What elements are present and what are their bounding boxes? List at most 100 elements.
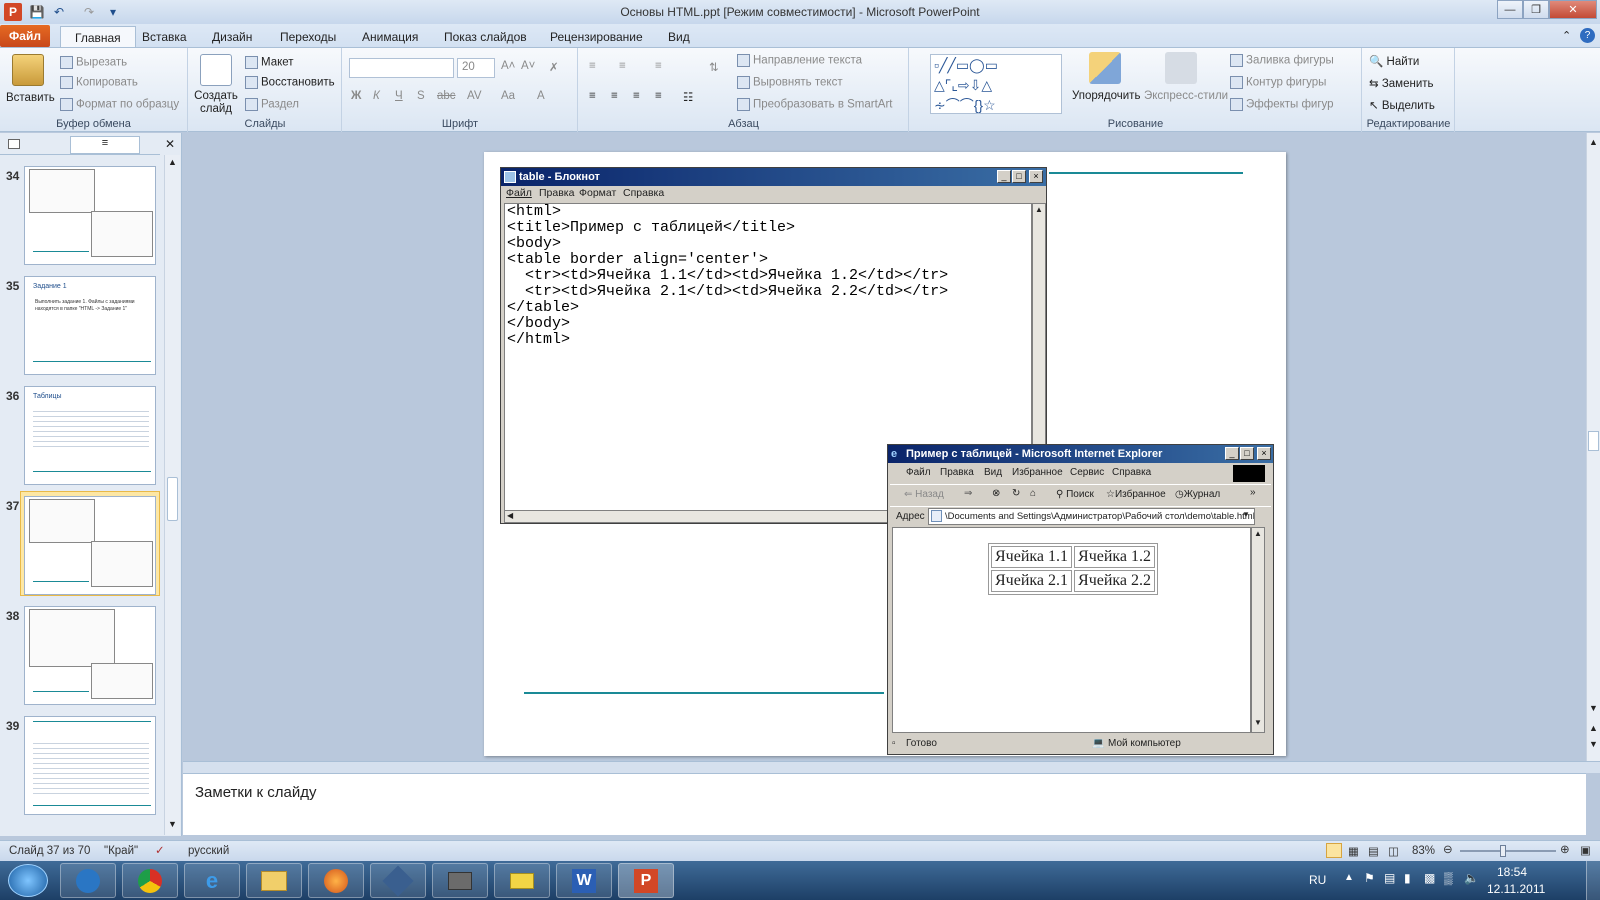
- tab-home[interactable]: Главная: [60, 26, 136, 48]
- media-player-icon[interactable]: [60, 863, 116, 898]
- ie-menu-file[interactable]: Файл: [906, 467, 931, 478]
- new-slide-button[interactable]: Создать слайд: [193, 52, 239, 116]
- outline-tab-icon[interactable]: ≡: [70, 136, 140, 154]
- ie-window[interactable]: Пример с таблицей - Microsoft Internet E…: [887, 444, 1274, 755]
- scroll-up-icon[interactable]: ▲: [1035, 205, 1043, 214]
- slide-thumbnail-35[interactable]: Задание 1 Выполнить задание 1. Файлы с з…: [24, 276, 156, 375]
- smartart-button[interactable]: Преобразовать в SmartArt: [737, 98, 893, 111]
- tab-slideshow[interactable]: Показ слайдов: [430, 26, 541, 48]
- tray-volume-icon[interactable]: 🔈: [1464, 871, 1479, 885]
- bold-icon[interactable]: Ж: [351, 90, 361, 102]
- address-dropdown-icon[interactable]: ▼: [1242, 510, 1250, 519]
- change-case-icon[interactable]: Aa: [501, 90, 515, 102]
- tray-date[interactable]: 12.11.2011: [1487, 882, 1545, 896]
- slide-thumbnail-37[interactable]: [24, 496, 156, 595]
- slides-tab-icon[interactable]: [8, 139, 20, 149]
- underline-icon[interactable]: Ч: [395, 90, 403, 102]
- notes-splitter[interactable]: [183, 761, 1600, 773]
- tray-expand-icon[interactable]: ▲: [1344, 872, 1354, 883]
- shape-effects-button[interactable]: Эффекты фигур: [1230, 98, 1334, 111]
- shapes-gallery[interactable]: ▫╱╱▭◯▭ △⌜⌞⇨⇩△ ∻⌒⌒{}☆: [930, 54, 1062, 114]
- start-button-icon[interactable]: [8, 864, 48, 897]
- font-color-icon[interactable]: A: [537, 90, 545, 102]
- refresh-icon[interactable]: ↻: [1012, 488, 1020, 499]
- chrome-icon[interactable]: [122, 863, 178, 898]
- zoom-level[interactable]: 83%: [1412, 845, 1435, 857]
- tray-flag-icon[interactable]: ⚑: [1364, 871, 1375, 885]
- spacing-icon[interactable]: AV: [467, 90, 482, 102]
- zoom-slider-handle[interactable]: [1500, 845, 1506, 857]
- zoom-slider[interactable]: [1460, 845, 1556, 857]
- strikethrough-icon[interactable]: abc: [437, 90, 456, 102]
- shape-fill-button[interactable]: Заливка фигуры: [1230, 54, 1334, 67]
- tab-transitions[interactable]: Переходы: [266, 26, 350, 48]
- reading-view-icon[interactable]: ▤: [1368, 844, 1379, 858]
- tab-insert[interactable]: Вставка: [128, 26, 201, 48]
- ie-back-button[interactable]: ⇐ Назад: [904, 489, 944, 500]
- language-indicator[interactable]: русский: [188, 845, 229, 857]
- ie-menu-view[interactable]: Вид: [984, 467, 1002, 478]
- notepad-maximize-button[interactable]: □: [1012, 170, 1026, 183]
- word-icon[interactable]: W: [556, 863, 612, 898]
- notepad-menu-file[interactable]: Файл: [506, 187, 532, 199]
- spelling-icon[interactable]: ✓: [155, 843, 165, 857]
- notepad-close-button[interactable]: ×: [1029, 170, 1043, 183]
- notepad-minimize-button[interactable]: _: [997, 170, 1011, 183]
- notepad-menu-help[interactable]: Справка: [623, 187, 664, 199]
- fit-to-window-icon[interactable]: ▣: [1580, 843, 1591, 857]
- quick-styles-button[interactable]: Экспресс-стили: [1144, 52, 1228, 116]
- tab-design[interactable]: Дизайн: [198, 26, 266, 48]
- toolbar-overflow-icon[interactable]: »: [1250, 487, 1256, 498]
- copy-button[interactable]: Копировать: [60, 76, 138, 89]
- layout-button[interactable]: Макет: [245, 56, 294, 69]
- pane-close-icon[interactable]: ✕: [165, 137, 175, 151]
- font-size-combo[interactable]: 20: [457, 58, 495, 78]
- ie-search-button[interactable]: ⚲ Поиск: [1056, 489, 1094, 500]
- tab-file[interactable]: Файл: [0, 25, 50, 47]
- zoom-in-icon[interactable]: ⊕: [1560, 842, 1570, 856]
- bullets-icon[interactable]: ≡: [589, 60, 596, 72]
- align-center-icon[interactable]: ≡: [611, 90, 618, 102]
- ie-menu-tools[interactable]: Сервис: [1070, 467, 1104, 478]
- notes-pane[interactable]: Заметки к слайду: [183, 773, 1586, 835]
- powerpoint-taskbar-icon[interactable]: P: [618, 863, 674, 898]
- scroll-thumb[interactable]: [167, 477, 178, 521]
- sorter-view-icon[interactable]: ▦: [1348, 844, 1359, 858]
- arrange-button[interactable]: Упорядочить: [1072, 52, 1140, 116]
- minimize-button[interactable]: —: [1497, 0, 1523, 19]
- justify-icon[interactable]: ≡: [655, 90, 662, 102]
- ribbon-minimize-icon[interactable]: ⌃: [1562, 29, 1571, 42]
- tray-bars-icon[interactable]: ▒: [1444, 871, 1453, 885]
- ie-vertical-scrollbar[interactable]: ▲ ▼: [1251, 527, 1265, 733]
- shrink-font-icon[interactable]: A˅: [521, 60, 535, 72]
- replace-button[interactable]: ⇆ Заменить: [1369, 76, 1434, 90]
- tab-review[interactable]: Рецензирование: [536, 26, 657, 48]
- paste-button[interactable]: Вставить: [6, 52, 55, 114]
- columns-icon[interactable]: ☷: [683, 90, 693, 104]
- mail-icon[interactable]: [494, 863, 550, 898]
- scroll-up-icon[interactable]: ▲: [168, 157, 177, 167]
- find-button[interactable]: 🔍 Найти: [1369, 54, 1419, 68]
- tab-view[interactable]: Вид: [654, 26, 704, 48]
- slide-thumbnail-34[interactable]: [24, 166, 156, 265]
- grow-font-icon[interactable]: A˄: [501, 60, 515, 72]
- restore-button[interactable]: ❐: [1523, 0, 1549, 19]
- scroll-down-icon[interactable]: ▼: [1589, 703, 1598, 713]
- internet-explorer-icon[interactable]: e: [184, 863, 240, 898]
- stop-icon[interactable]: ⊗: [992, 488, 1000, 499]
- reset-button[interactable]: Восстановить: [245, 76, 335, 89]
- tray-battery-icon[interactable]: ▮: [1404, 871, 1411, 885]
- slide-thumbnail-36[interactable]: Таблицы: [24, 386, 156, 485]
- app-printer-icon[interactable]: [432, 863, 488, 898]
- tray-signal-icon[interactable]: ▩: [1424, 871, 1435, 885]
- prev-slide-icon[interactable]: ▲: [1589, 723, 1598, 733]
- notepad-menu-format[interactable]: Формат: [579, 187, 616, 199]
- slide-thumbnail-39[interactable]: [24, 716, 156, 815]
- ie-menu-help[interactable]: Справка: [1112, 467, 1151, 478]
- cut-button[interactable]: Вырезать: [60, 56, 127, 69]
- address-input[interactable]: \Documents and Settings\Администратор\Ра…: [928, 508, 1255, 525]
- select-button[interactable]: ↖ Выделить: [1369, 98, 1435, 112]
- font-name-combo[interactable]: [349, 58, 454, 78]
- help-icon[interactable]: ?: [1580, 28, 1595, 43]
- shape-outline-button[interactable]: Контур фигуры: [1230, 76, 1326, 89]
